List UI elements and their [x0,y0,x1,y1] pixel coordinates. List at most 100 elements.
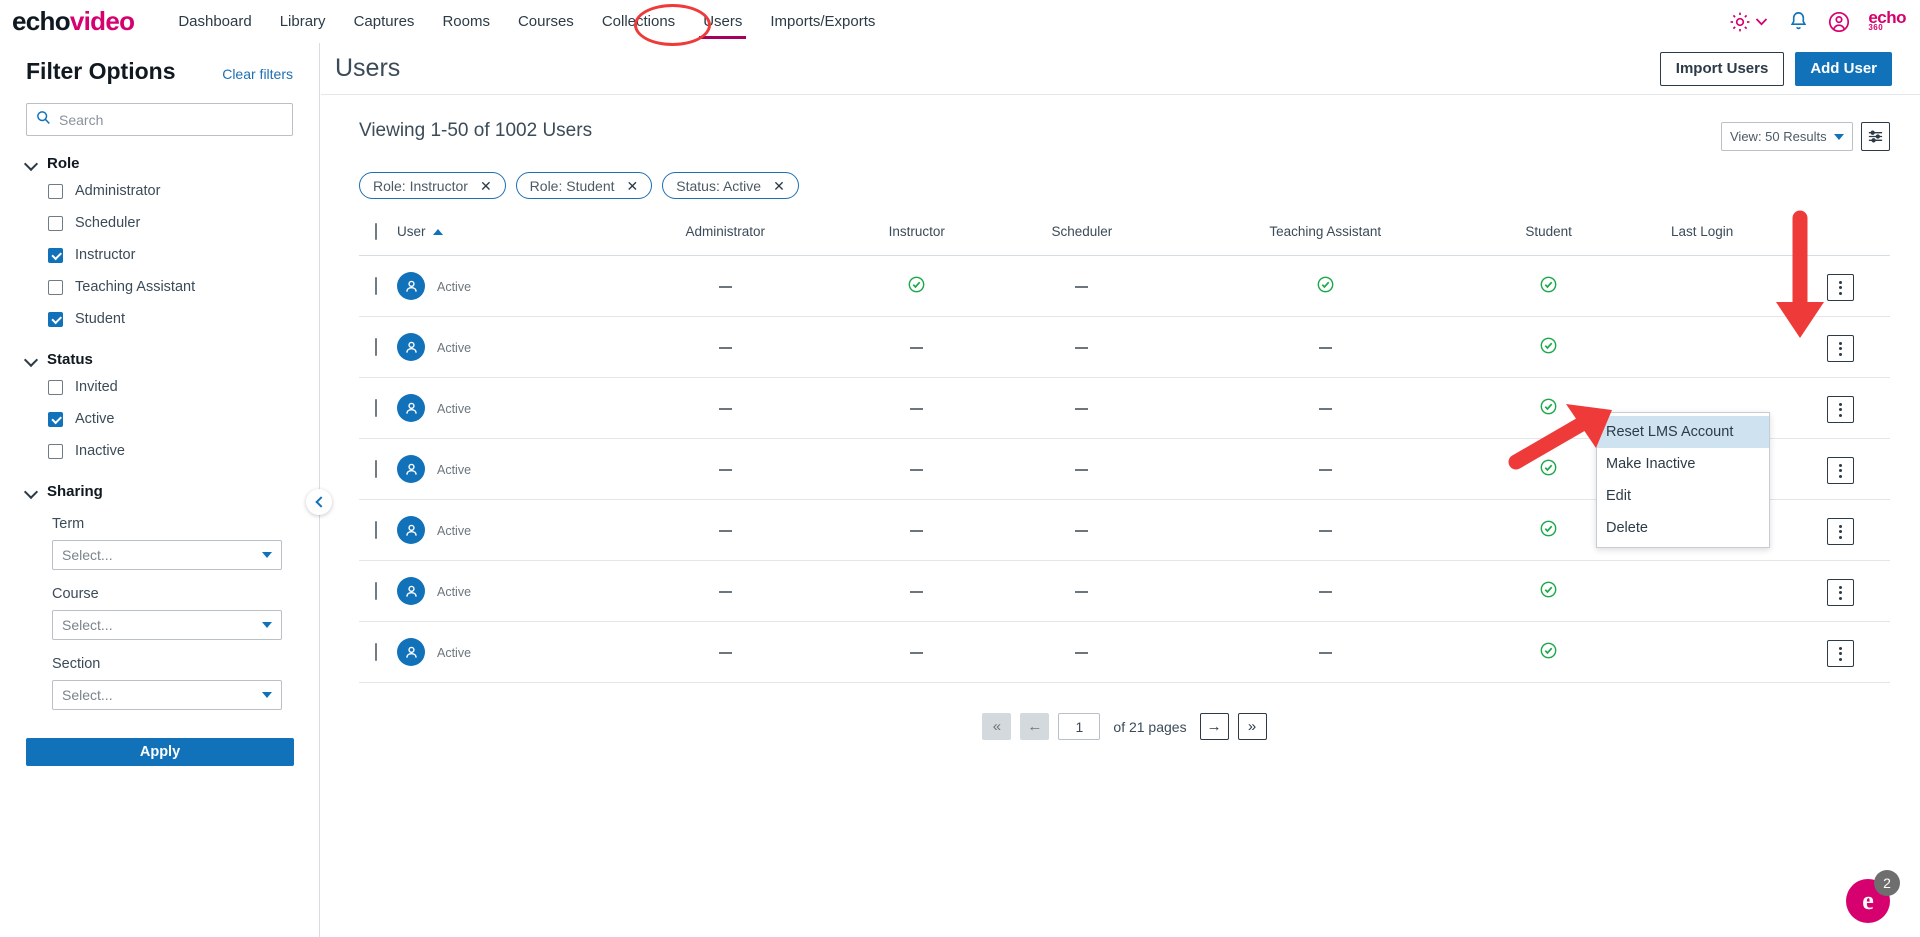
nav-item-imports-exports[interactable]: Imports/Exports [756,0,889,43]
checkbox[interactable] [48,279,63,295]
context-menu-item-reset-lms-account[interactable]: Reset LMS Account [1597,416,1769,448]
checkbox[interactable] [48,311,63,327]
sidebar-search-box[interactable] [26,103,293,136]
filter-checkbox-scheduler[interactable]: Scheduler [48,210,293,236]
table-row[interactable]: Active [359,316,1890,378]
context-menu-item-edit[interactable]: Edit [1597,480,1769,512]
select-all-checkbox[interactable] [375,223,377,240]
search-input[interactable] [59,111,283,128]
page-number-input[interactable] [1058,713,1101,740]
nav-item-rooms[interactable]: Rooms [428,0,504,43]
checkbox[interactable] [48,411,63,427]
filter-checkbox-active[interactable]: Active [48,406,293,432]
nav-item-library[interactable]: Library [266,0,340,43]
table-row[interactable]: Active [359,255,1890,317]
import-users-button[interactable]: Import Users [1659,51,1785,86]
row-select-cell [359,621,393,683]
sort-toggle-user[interactable]: User [397,224,443,239]
row-checkbox[interactable] [375,399,377,417]
filter-checkbox-teaching-assistant[interactable]: Teaching Assistant [48,274,293,300]
clear-filters-link[interactable]: Clear filters [222,66,293,82]
checkbox[interactable] [48,379,63,395]
column-header-last-login[interactable]: Last Login [1614,224,1790,256]
column-settings-button[interactable] [1861,122,1890,151]
row-checkbox[interactable] [375,277,377,295]
nav-item-dashboard[interactable]: Dashboard [164,0,265,43]
add-user-button[interactable]: Add User [1795,51,1892,86]
row-checkbox[interactable] [375,521,377,539]
table-row[interactable]: Active [359,560,1890,622]
user-status: Active [437,402,472,416]
bell-icon[interactable] [1787,10,1810,33]
person-icon [405,463,417,475]
row-actions-context-menu: Reset LMS Account Make Inactive Edit Del… [1596,412,1770,548]
course-select[interactable]: Select... [52,610,282,640]
column-header-administrator[interactable]: Administrator [613,224,838,256]
filter-group-role[interactable]: Role [26,155,293,172]
filter-group-sharing[interactable]: Sharing [26,483,293,500]
last-page-button[interactable]: » [1237,713,1267,740]
nav-item-captures[interactable]: Captures [340,0,429,43]
column-header-teaching-assistant[interactable]: Teaching Assistant [1167,224,1483,256]
filter-chip-role-instructor[interactable]: Role: Instructor ✕ [359,172,506,199]
context-menu-item-delete[interactable]: Delete [1597,512,1769,544]
filter-checkbox-invited[interactable]: Invited [48,374,293,400]
term-select[interactable]: Select... [52,540,282,570]
row-actions-kebab-button[interactable] [1826,396,1854,424]
user-status: Active [437,341,472,355]
column-header-scheduler[interactable]: Scheduler [996,224,1168,256]
row-actions-kebab-button[interactable] [1826,335,1854,363]
filter-chip-status-active[interactable]: Status: Active ✕ [662,172,799,199]
row-actions-kebab-button[interactable] [1826,579,1854,607]
filter-checkbox-inactive[interactable]: Inactive [48,438,293,464]
column-header-student[interactable]: Student [1482,224,1615,256]
first-page-button[interactable]: « [982,713,1012,740]
settings-menu-button[interactable] [1728,10,1770,34]
help-widget-glyph: e [1862,886,1874,915]
apply-filters-button[interactable]: Apply [26,738,294,766]
nav-item-users[interactable]: Users [689,0,756,43]
row-actions-kebab-button[interactable] [1826,274,1854,302]
nav-item-collections[interactable]: Collections [588,0,689,43]
close-icon[interactable]: ✕ [480,179,492,193]
empty-value-dash [718,652,732,655]
sidebar-collapse-handle[interactable] [306,489,332,515]
filter-chip-role-student[interactable]: Role: Student ✕ [515,172,653,199]
row-checkbox[interactable] [375,338,377,356]
results-per-page-select[interactable]: View: 50 Results [1721,122,1853,151]
chip-label: Role: Instructor [373,177,468,194]
filter-group-status[interactable]: Status [26,351,293,368]
cell-row-actions [1790,560,1890,622]
close-icon[interactable]: ✕ [773,179,785,193]
echovideo-logo[interactable]: echovideo [12,8,135,34]
empty-value-dash [910,591,924,594]
section-select[interactable]: Select... [52,680,282,710]
row-actions-kebab-button[interactable] [1826,457,1854,485]
table-row[interactable]: Active [359,621,1890,683]
context-menu-item-make-inactive[interactable]: Make Inactive [1597,448,1769,480]
user-cell: Active [393,316,614,378]
nav-item-courses[interactable]: Courses [504,0,588,43]
row-checkbox[interactable] [375,460,377,478]
filter-checkbox-instructor[interactable]: Instructor [48,242,293,268]
checkbox[interactable] [48,443,63,459]
next-page-button[interactable]: → [1199,713,1229,740]
checkbox-label: Teaching Assistant [75,279,196,295]
top-navigation-bar: echovideo Dashboard Library Captures Roo… [0,0,1920,43]
user-account-icon[interactable] [1827,10,1851,34]
help-widget-button[interactable]: e 2 [1846,870,1900,923]
checkbox[interactable] [48,183,63,199]
filter-checkbox-administrator[interactable]: Administrator [48,178,293,204]
close-icon[interactable]: ✕ [627,179,639,193]
row-actions-kebab-button[interactable] [1826,640,1854,668]
row-checkbox[interactable] [375,643,377,661]
column-header-user[interactable]: User [393,224,614,256]
column-header-instructor[interactable]: Instructor [837,224,997,256]
empty-value-dash [718,408,732,411]
checkbox[interactable] [48,215,63,231]
filter-checkbox-student[interactable]: Student [48,306,293,332]
row-checkbox[interactable] [375,582,377,600]
row-actions-kebab-button[interactable] [1826,518,1854,546]
previous-page-button[interactable]: ← [1020,713,1050,740]
checkbox[interactable] [48,247,63,263]
